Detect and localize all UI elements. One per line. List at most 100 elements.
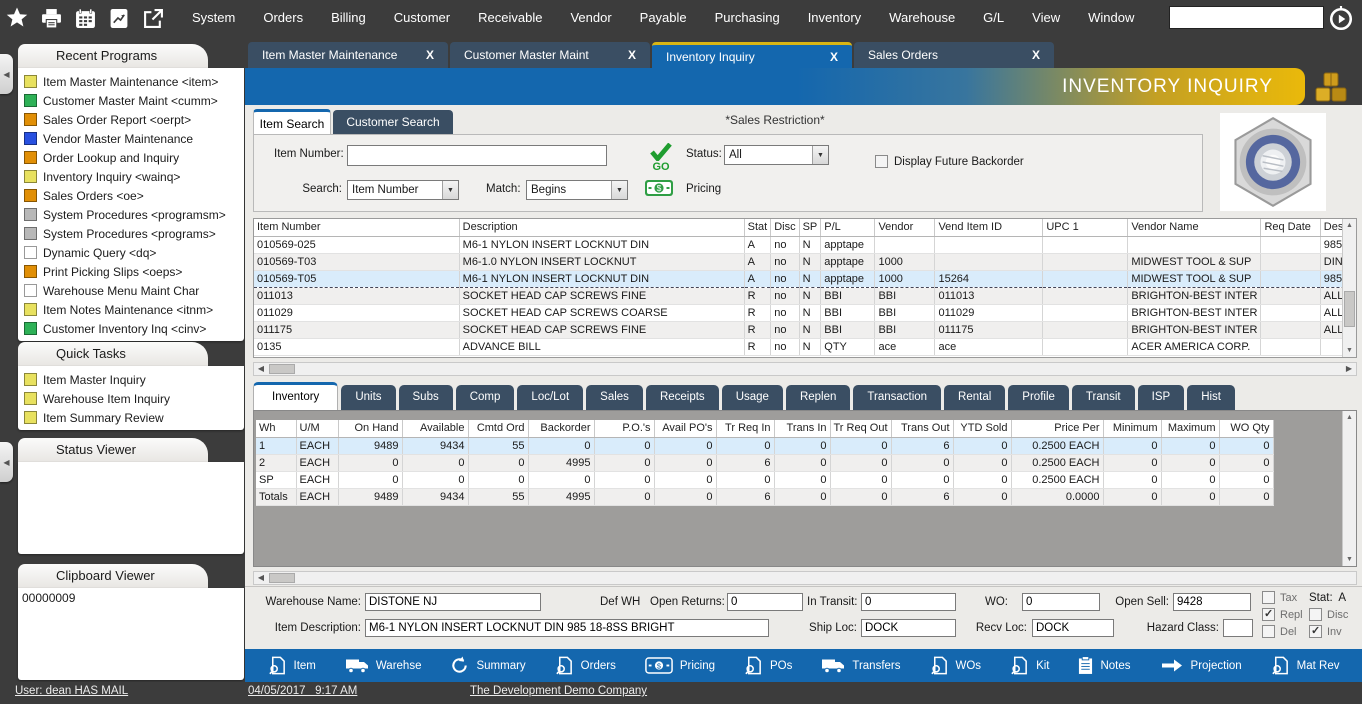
- grid-cell[interactable]: BBI: [875, 287, 935, 304]
- grid-cell[interactable]: BRIGHTON-BEST INTER: [1128, 304, 1261, 321]
- grid-cell[interactable]: 4995: [528, 454, 594, 471]
- grid-cell[interactable]: 0: [953, 471, 1011, 488]
- sidebar-item[interactable]: Item Summary Review: [20, 408, 244, 427]
- vertical-scrollbar[interactable]: ▲ ▼: [1342, 411, 1356, 566]
- grid-cell[interactable]: ace: [935, 338, 1043, 355]
- sidebar-item[interactable]: Item Master Inquiry: [20, 370, 244, 389]
- grid-cell[interactable]: N: [799, 338, 821, 355]
- grid-cell[interactable]: MIDWEST TOOL & SUP: [1128, 253, 1261, 270]
- grid-cell[interactable]: [1261, 270, 1320, 287]
- report-icon[interactable]: [102, 3, 136, 33]
- column-header[interactable]: Req Date: [1261, 219, 1320, 236]
- grid-cell[interactable]: 0: [774, 437, 830, 454]
- grid-row[interactable]: 011029SOCKET HEAD CAP SCREWS COARSERnoNB…: [254, 304, 1356, 321]
- inv-checkbox[interactable]: [1309, 625, 1322, 638]
- grid-cell[interactable]: 011175: [254, 321, 459, 338]
- grid-row[interactable]: 010569-T03M6-1.0 NYLON INSERT LOCKNUTAno…: [254, 253, 1356, 270]
- grid-cell[interactable]: 6: [891, 488, 953, 505]
- menu-warehouse[interactable]: Warehouse: [875, 0, 969, 36]
- sidebar-item[interactable]: Item Notes Maintenance <itnm>: [20, 300, 244, 319]
- tab-units[interactable]: Units: [341, 385, 395, 410]
- grid-cell[interactable]: 010569-T05: [254, 270, 459, 287]
- grid-cell[interactable]: SOCKET HEAD CAP SCREWS FINE: [459, 287, 744, 304]
- grid-cell[interactable]: [1128, 236, 1261, 253]
- go-button[interactable]: GO: [646, 143, 676, 173]
- tab-transit[interactable]: Transit: [1072, 385, 1135, 410]
- item-number-input[interactable]: [347, 145, 607, 166]
- grid-cell[interactable]: SOCKET HEAD CAP SCREWS COARSE: [459, 304, 744, 321]
- grid-cell[interactable]: A: [744, 236, 771, 253]
- menu-gl[interactable]: G/L: [969, 0, 1018, 36]
- grid-cell[interactable]: M6-1 NYLON INSERT LOCKNUT DIN: [459, 236, 744, 253]
- close-icon[interactable]: X: [830, 50, 838, 64]
- scroll-left-icon[interactable]: ◀: [254, 572, 268, 584]
- column-header[interactable]: Vendor Name: [1128, 219, 1261, 236]
- grid-cell[interactable]: SOCKET HEAD CAP SCREWS FINE: [459, 321, 744, 338]
- menu-inventory[interactable]: Inventory: [794, 0, 875, 36]
- scroll-up-icon[interactable]: ▲: [1343, 219, 1356, 232]
- grid-cell[interactable]: apptape: [821, 270, 875, 287]
- column-header[interactable]: Price Per: [1011, 420, 1103, 437]
- open-returns-input[interactable]: [727, 593, 803, 611]
- grid-cell[interactable]: N: [799, 304, 821, 321]
- tab-profile[interactable]: Profile: [1008, 385, 1069, 410]
- sidebar-item[interactable]: Item Master Maintenance <item>: [20, 72, 244, 91]
- grid-cell[interactable]: R: [744, 287, 771, 304]
- tab-rental[interactable]: Rental: [944, 385, 1005, 410]
- grid-cell[interactable]: 011029: [935, 304, 1043, 321]
- grid-row[interactable]: 011175SOCKET HEAD CAP SCREWS FINERnoNBBI…: [254, 321, 1356, 338]
- horizontal-scrollbar[interactable]: ◀: [253, 571, 1357, 585]
- column-header[interactable]: Trans In: [774, 420, 830, 437]
- tab-item-search[interactable]: Item Search: [253, 109, 331, 134]
- grid-cell[interactable]: [1043, 287, 1128, 304]
- projection-button[interactable]: Projection: [1160, 658, 1242, 673]
- grid-cell[interactable]: 0: [468, 454, 528, 471]
- grid-cell[interactable]: 0: [716, 471, 774, 488]
- window-tab-item-master-maintenance[interactable]: Item Master Maintenance X: [248, 42, 448, 68]
- tab-comp[interactable]: Comp: [456, 385, 515, 410]
- grid-cell[interactable]: BBI: [875, 321, 935, 338]
- item-button[interactable]: Item: [268, 656, 316, 675]
- grid-cell[interactable]: A: [744, 270, 771, 287]
- orders-button[interactable]: Orders: [555, 656, 616, 675]
- grid-cell[interactable]: 1000: [875, 253, 935, 270]
- wo-input[interactable]: [1022, 593, 1100, 611]
- grid-cell[interactable]: N: [799, 287, 821, 304]
- column-header[interactable]: Available: [402, 420, 468, 437]
- grid-cell[interactable]: no: [771, 321, 799, 338]
- grid-cell[interactable]: 0: [830, 454, 891, 471]
- grid-row[interactable]: SPEACH000000000000.2500 EACH000: [256, 471, 1273, 488]
- sidebar-collapse-button-2[interactable]: ◀: [0, 442, 13, 482]
- column-header[interactable]: P/L: [821, 219, 875, 236]
- grid-cell[interactable]: 55: [468, 488, 528, 505]
- grid-cell[interactable]: 0: [594, 454, 654, 471]
- scroll-right-icon[interactable]: ▶: [1342, 363, 1356, 375]
- grid-cell[interactable]: 2: [256, 454, 296, 471]
- menu-customer[interactable]: Customer: [380, 0, 464, 36]
- scrollbar-thumb[interactable]: [269, 573, 295, 583]
- column-header[interactable]: Item Number: [254, 219, 459, 236]
- recv-loc-input[interactable]: [1032, 619, 1114, 637]
- grid-cell[interactable]: 0: [1219, 437, 1273, 454]
- grid-cell[interactable]: EACH: [296, 437, 338, 454]
- sidebar-item[interactable]: Inventory Inquiry <wainq>: [20, 167, 244, 186]
- transfers-button[interactable]: Transfers: [821, 657, 900, 674]
- grid-cell[interactable]: [1261, 236, 1320, 253]
- grid-cell[interactable]: 0: [528, 437, 594, 454]
- grid-cell[interactable]: [1261, 321, 1320, 338]
- menu-receivable[interactable]: Receivable: [464, 0, 556, 36]
- grid-cell[interactable]: 0: [1161, 488, 1219, 505]
- grid-cell[interactable]: [1261, 338, 1320, 355]
- ship-loc-input[interactable]: [861, 619, 956, 637]
- grid-cell[interactable]: N: [799, 270, 821, 287]
- grid-cell[interactable]: 6: [891, 437, 953, 454]
- scroll-up-icon[interactable]: ▲: [1343, 411, 1356, 424]
- grid-cell[interactable]: 0: [528, 471, 594, 488]
- scroll-down-icon[interactable]: ▼: [1343, 344, 1356, 357]
- grid-cell[interactable]: 1: [256, 437, 296, 454]
- column-header[interactable]: Stat: [744, 219, 771, 236]
- grid-cell[interactable]: no: [771, 338, 799, 355]
- hazard-class-input[interactable]: [1223, 619, 1253, 637]
- sidebar-item[interactable]: Vendor Master Maintenance: [20, 129, 244, 148]
- pricing-button[interactable]: $ Pricing: [645, 657, 715, 674]
